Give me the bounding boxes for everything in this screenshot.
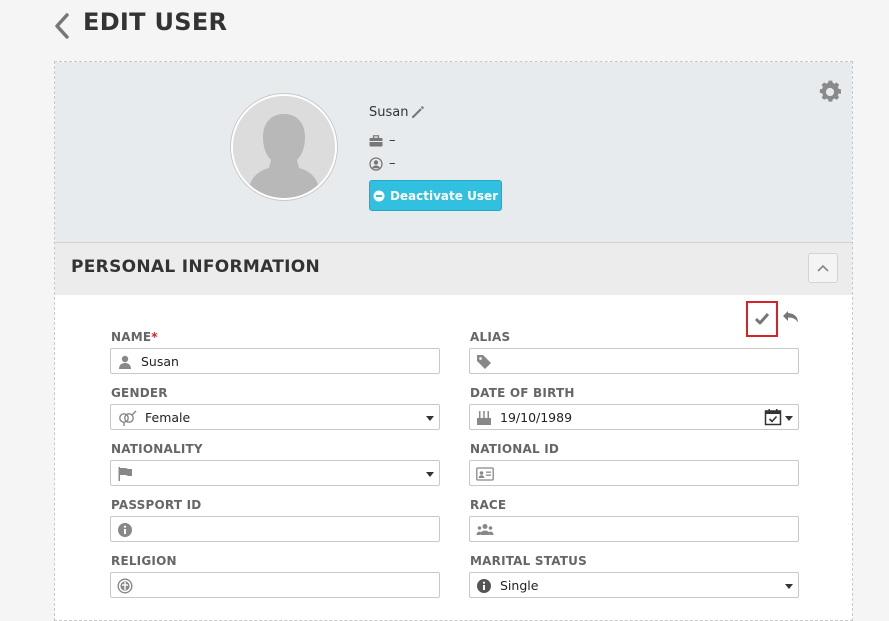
alias-field[interactable] [469,348,799,374]
user-circle-icon [369,156,383,171]
race-field[interactable] [469,516,799,542]
users-icon [476,524,494,535]
info-icon [477,579,491,593]
minus-circle-icon [373,190,385,201]
user-name: Susan [369,105,409,120]
page-header: EDIT USER [0,0,889,60]
chevron-down-icon[interactable] [785,416,793,421]
personal-information-header: PERSONAL INFORMATION [55,243,852,296]
info-icon [118,523,132,537]
calendar-icon[interactable] [764,408,782,426]
marital-status-label: MARITAL STATUS [470,554,587,568]
undo-icon[interactable] [781,307,801,327]
date-of-birth-label: DATE OF BIRTH [470,386,575,400]
collapse-button[interactable] [808,253,838,283]
nationality-label: NATIONALITY [111,442,203,456]
date-of-birth-value: 19/10/1989 [500,410,573,425]
checkmark-icon [754,313,770,325]
religion-label: RELIGION [111,554,177,568]
name-value: Susan [141,354,179,369]
chevron-down-icon [426,472,434,477]
gender-label: GENDER [111,386,168,400]
flag-icon [118,467,132,481]
gender-value: Female [145,410,191,425]
page-title: EDIT USER [83,8,228,36]
religion-field[interactable] [110,572,440,598]
avatar-silhouette-icon [233,96,335,198]
passport-id-field[interactable] [110,516,440,542]
passport-id-label: PASSPORT ID [111,498,202,512]
user-icon [119,355,131,369]
religion-icon [117,578,133,594]
date-of-birth-field[interactable]: 19/10/1989 [469,404,799,430]
national-id-field[interactable] [469,460,799,486]
personal-information-form: NAME* Susan ALIAS GENDER Female DATE OF … [55,295,852,615]
briefcase-icon [369,134,383,146]
profile-card: Susan – – Deactivate User [55,62,852,243]
deactivate-user-label: Deactivate User [389,188,499,203]
name-label: NAME* [111,330,158,344]
chevron-down-icon [785,584,793,589]
alias-label: ALIAS [470,330,511,344]
avatar[interactable] [231,94,337,200]
chevron-down-icon [426,416,434,421]
save-button[interactable] [746,301,778,337]
gender-icon [119,410,137,426]
job-title-value: – [389,133,396,148]
marital-status-value: Single [500,578,539,593]
gender-select[interactable]: Female [110,404,440,430]
deactivate-user-button[interactable]: Deactivate User [369,180,502,211]
race-label: RACE [470,498,507,512]
tag-icon [477,355,491,369]
marital-status-select[interactable]: Single [469,572,799,598]
back-chevron-icon[interactable] [52,12,72,40]
edit-user-panel: Susan – – Deactivate User PERSONAL INFOR… [54,61,853,621]
section-title: PERSONAL INFORMATION [71,257,321,277]
nationality-select[interactable] [110,460,440,486]
job-title-row: – [369,133,396,148]
user-role-value: – [389,156,396,171]
birthday-cake-icon [477,411,491,425]
pencil-icon[interactable] [410,104,426,120]
chevron-up-icon [817,264,829,272]
gear-icon[interactable] [816,78,844,106]
national-id-label: NATIONAL ID [470,442,560,456]
user-role-row: – [369,156,396,171]
id-card-icon [476,467,494,481]
name-field[interactable]: Susan [110,348,440,374]
